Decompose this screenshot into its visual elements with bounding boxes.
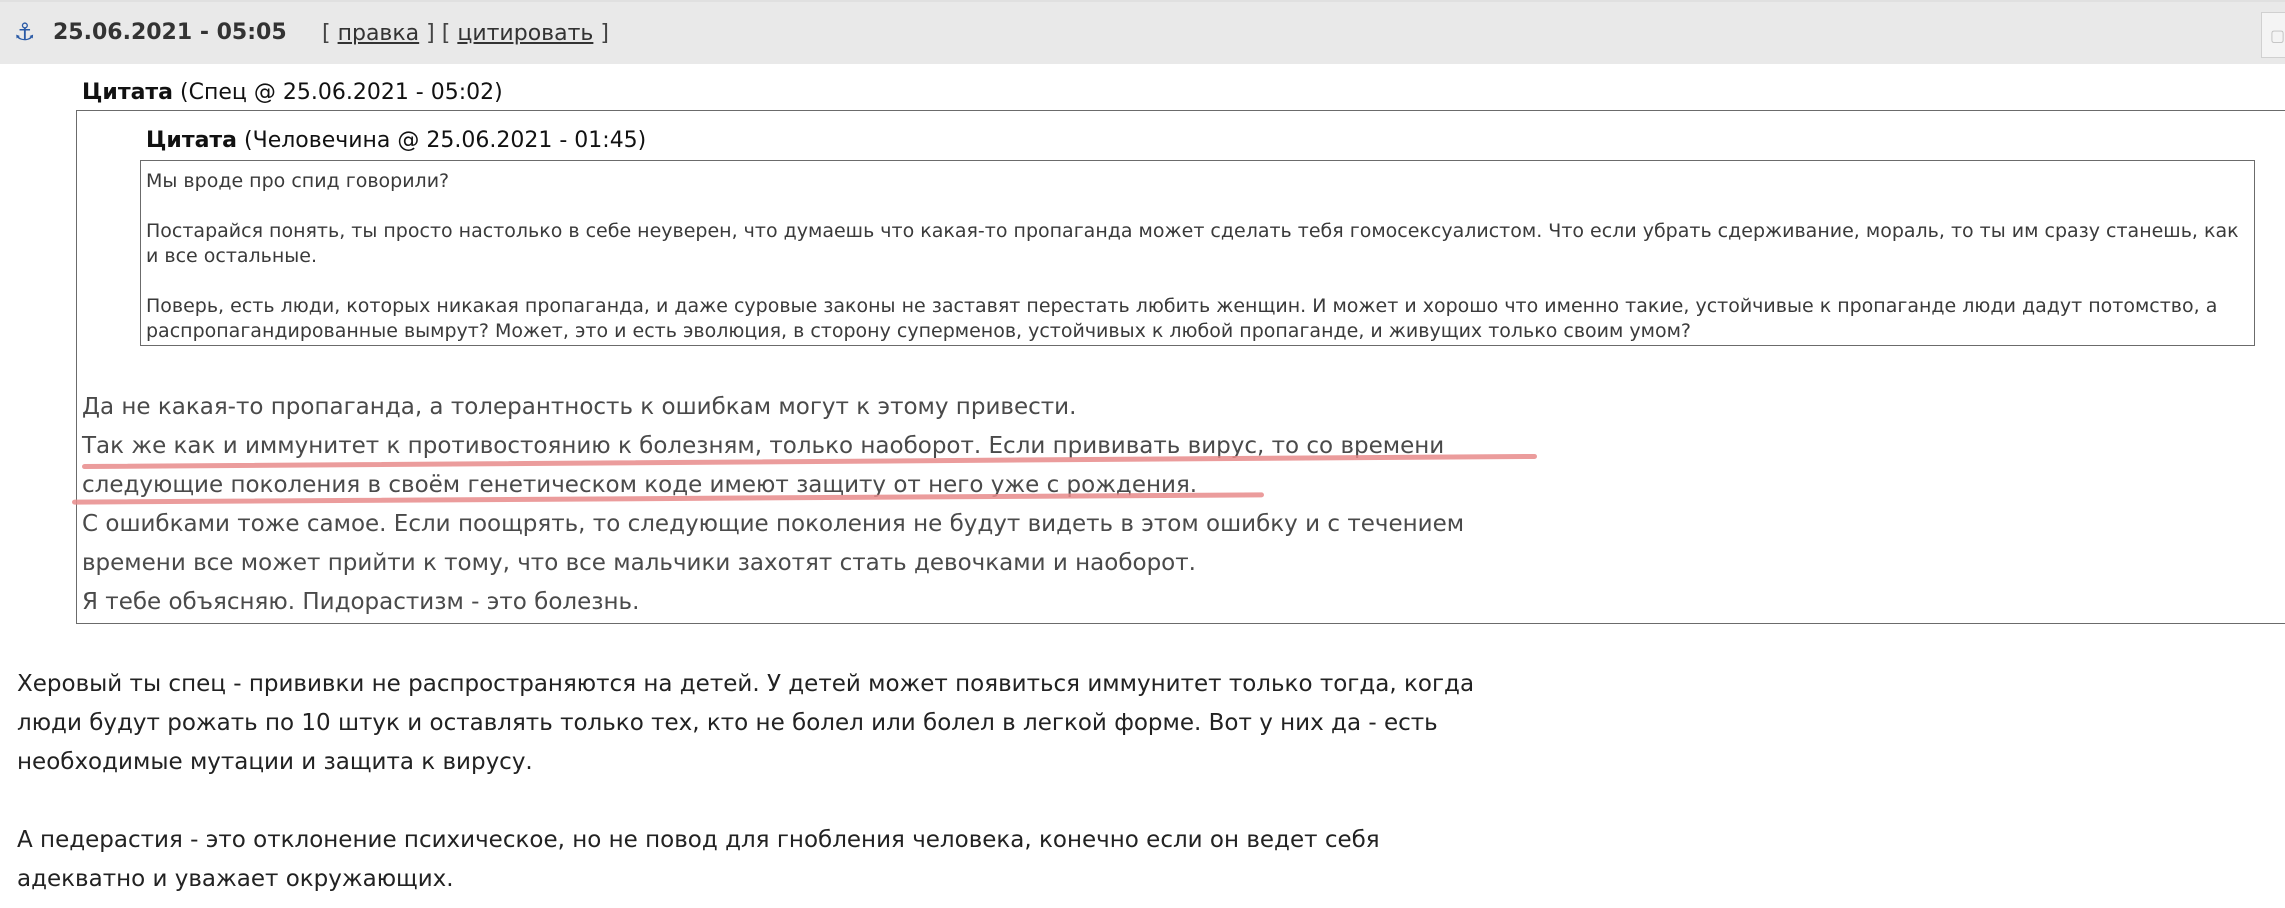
outer-quote-line: Я тебе объясняю. Пидорастизм - это болез…	[82, 589, 640, 615]
side-control-icon: ▢	[2270, 26, 2285, 45]
outer-quote-line: Да не какая-то пропаганда, а толерантнос…	[82, 394, 1077, 420]
reply-line: люди будут рожать по 10 штук и оставлять…	[17, 710, 1438, 736]
outer-quote-title: Цитата (Спец @ 25.06.2021 - 05:02)	[82, 80, 503, 105]
inner-quote-title: Цитата (Человечина @ 25.06.2021 - 01:45)	[146, 128, 646, 153]
quote-link[interactable]: цитировать	[457, 21, 593, 46]
edit-link[interactable]: правка	[338, 21, 420, 46]
reply-line: необходимые мутации и защита к вирусу.	[17, 749, 533, 775]
inner-quote-box: Мы вроде про спид говорили? Постарайся п…	[140, 160, 2255, 346]
bracket-close: ]	[600, 21, 609, 46]
reply-blank-line	[17, 782, 1577, 821]
reply-body: Херовый ты спец - прививки не распростра…	[17, 665, 1577, 899]
bracket-open: [	[322, 21, 331, 46]
outer-quote-label: Цитата	[82, 80, 174, 105]
reply-line: Херовый ты спец - прививки не распростра…	[17, 671, 1475, 697]
inner-quote-meta: (Человечина @ 25.06.2021 - 01:45)	[237, 128, 647, 153]
bracket-mid: ] [	[426, 21, 451, 46]
post-actions: [ правка ] [ цитировать ]	[322, 21, 609, 46]
reply-line: адекватно и уважает окружающих.	[17, 866, 454, 892]
forum-post: ⚓ 25.06.2021 - 05:05 [ правка ] [ цитиро…	[0, 0, 2285, 908]
inner-quote-paragraph: Постарайся понять, ты просто настолько в…	[146, 220, 2239, 267]
reply-line: А педерастия - это отклонение психическо…	[17, 827, 1380, 853]
outer-quote-meta: (Спец @ 25.06.2021 - 05:02)	[173, 80, 503, 105]
post-header: ⚓ 25.06.2021 - 05:05 [ правка ] [ цитиро…	[0, 0, 2285, 64]
anchor-icon[interactable]: ⚓	[14, 18, 36, 46]
post-side-control[interactable]: ▢	[2261, 12, 2285, 58]
outer-quote-line: времени все может прийти к тому, что все…	[82, 550, 1196, 576]
outer-quote-body: Да не какая-то пропаганда, а толерантнос…	[82, 388, 1582, 622]
inner-quote-paragraph: Поверь, есть люди, которых никакая пропа…	[146, 295, 2218, 342]
post-date: 25.06.2021 - 05:05	[53, 20, 287, 45]
outer-quote-line: С ошибками тоже самое. Если поощрять, то…	[82, 511, 1465, 537]
inner-quote-label: Цитата	[146, 128, 238, 153]
inner-quote-paragraph: Мы вроде про спид говорили?	[146, 170, 450, 192]
